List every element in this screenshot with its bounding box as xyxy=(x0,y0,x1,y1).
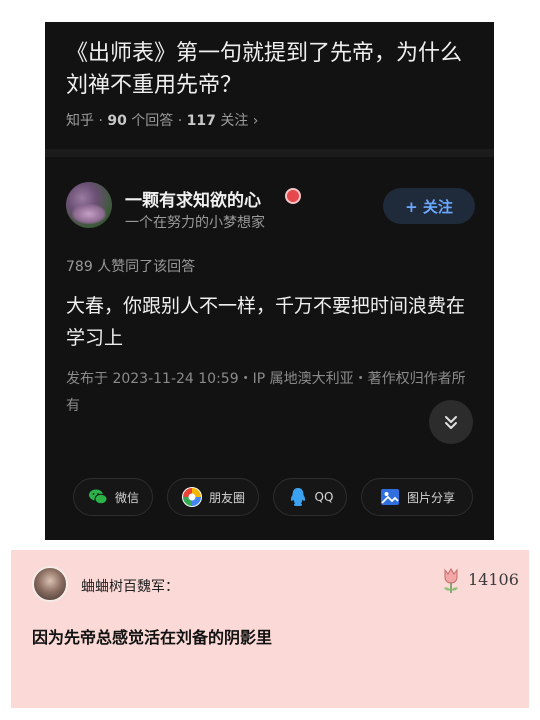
like-count: 14106 xyxy=(468,570,519,589)
share-image-button[interactable]: 图片分享 xyxy=(361,478,473,516)
author-name[interactable]: 一颗有求知欲的心 xyxy=(125,186,261,211)
author-avatar[interactable] xyxy=(66,182,112,228)
tulip-icon[interactable] xyxy=(440,566,462,594)
commenter-avatar[interactable] xyxy=(32,566,68,602)
qq-icon xyxy=(290,488,305,506)
commenter-name[interactable]: 蛐蛐树百魏军： xyxy=(81,576,179,596)
comment-text: 因为先帝总感觉活在刘备的阴影里 xyxy=(32,628,273,647)
question-meta[interactable]: 知乎 · 90 个回答 · 117 关注 › xyxy=(66,110,258,130)
share-image-label: 图片分享 xyxy=(406,490,455,505)
share-wechat-label: 微信 xyxy=(114,490,139,505)
author-badge-icon xyxy=(285,188,301,204)
question-title[interactable]: 《出师表》第一句就提到了先帝，为什么刘禅不重用先帝？ xyxy=(66,38,476,102)
comment-card: 蛐蛐树百魏军： 14106 因为先帝总感觉活在刘备的阴影里 xyxy=(11,550,529,708)
answer-text: 大春，你跟别人不一样，千万不要把时间浪费在学习上 xyxy=(66,295,466,349)
follow-suffix: 关注 › xyxy=(220,113,259,129)
upvote-count: 789 人赞同了该回答 xyxy=(66,259,196,275)
share-qq-button[interactable]: QQ xyxy=(273,478,347,516)
moments-icon xyxy=(181,487,202,507)
publish-info: 发布于 2023-11-24 10:59・IP 属地澳大利亚・著作权归作者所有 xyxy=(66,371,466,414)
answer-card: 《出师表》第一句就提到了先帝，为什么刘禅不重用先帝？ 知乎 · 90 个回答 ·… xyxy=(45,22,494,540)
collapse-button[interactable] xyxy=(429,400,473,444)
source-label: 知乎 xyxy=(66,113,94,129)
image-share-icon xyxy=(380,489,399,505)
share-moments-button[interactable]: 朋友圈 xyxy=(167,478,259,516)
share-row: 微信 朋友圈 QQ 图片分享 xyxy=(73,478,473,516)
wechat-icon xyxy=(88,489,108,505)
answer-suffix: 个回答 · xyxy=(131,113,187,129)
follow-button[interactable]: + 关注 xyxy=(383,188,475,224)
section-divider xyxy=(45,149,494,157)
answer-count: 90 xyxy=(107,113,127,129)
share-qq-label: QQ xyxy=(314,490,334,504)
share-wechat-button[interactable]: 微信 xyxy=(73,478,153,516)
share-moments-label: 朋友圈 xyxy=(208,490,245,505)
author-bio: 一个在努力的小梦想家 xyxy=(125,215,265,231)
follow-count: 117 xyxy=(186,113,216,129)
double-chevron-down-icon xyxy=(445,416,457,429)
